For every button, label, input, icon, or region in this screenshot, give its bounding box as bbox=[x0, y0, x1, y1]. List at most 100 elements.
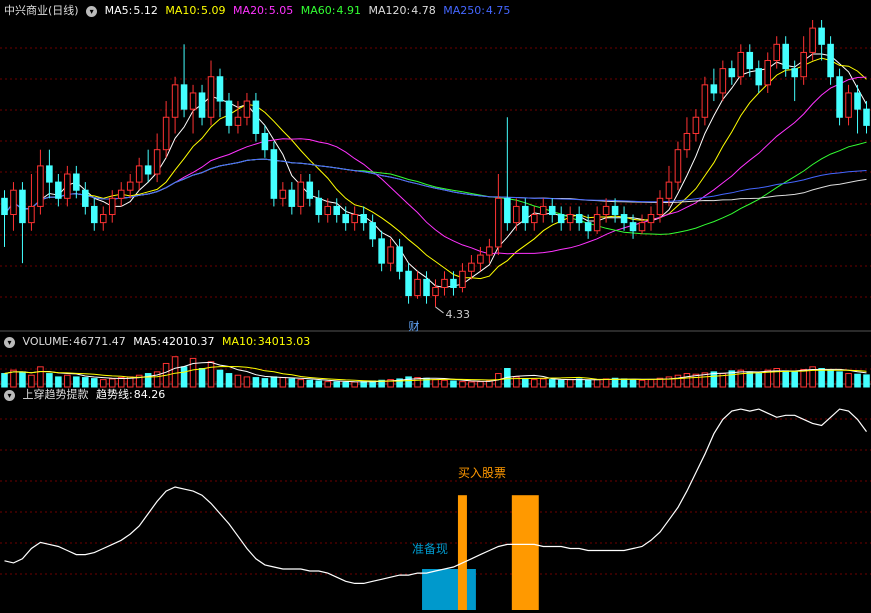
candlestick bbox=[486, 238, 493, 264]
candle-body bbox=[28, 205, 35, 224]
candle-body bbox=[198, 92, 206, 118]
candlestick bbox=[638, 214, 646, 234]
candlestick bbox=[701, 76, 709, 126]
candle-body bbox=[827, 43, 834, 78]
volume-bar bbox=[575, 378, 583, 388]
ma10-value: 5.09 bbox=[201, 4, 226, 17]
candle-body bbox=[207, 76, 215, 118]
candlestick bbox=[306, 174, 314, 207]
candle-body bbox=[279, 189, 287, 199]
volume-bar bbox=[629, 379, 637, 388]
candle-body bbox=[252, 100, 260, 134]
candlestick bbox=[530, 206, 538, 231]
volume-bar bbox=[288, 378, 296, 388]
candle-body bbox=[333, 205, 341, 216]
candle-body bbox=[153, 149, 161, 175]
volume-bar bbox=[216, 369, 224, 388]
ma250-value: 4.75 bbox=[485, 4, 511, 17]
chart-canvas[interactable]: 4.33财准备现买入股票波段顶 bbox=[0, 0, 871, 613]
candlestick bbox=[333, 198, 341, 223]
candle-body bbox=[647, 214, 655, 224]
indicator-panel-header: ▾ 上穿趋势提款 趋势线:84.26 bbox=[4, 386, 169, 404]
candlestick bbox=[297, 174, 305, 215]
candle-body bbox=[270, 149, 278, 199]
candle-body bbox=[728, 68, 736, 78]
volume-bar bbox=[46, 373, 53, 388]
volume-bar bbox=[530, 379, 538, 388]
candle-body bbox=[432, 286, 439, 297]
candle-body bbox=[369, 222, 376, 240]
volume-bar bbox=[584, 379, 592, 388]
volume-ma5-line bbox=[4, 361, 867, 383]
candlestick bbox=[719, 60, 727, 102]
candle-body bbox=[620, 214, 628, 224]
candlestick bbox=[396, 238, 403, 280]
volume-bar bbox=[243, 376, 251, 388]
trend-line bbox=[4, 408, 867, 584]
indicator-name: 上穿趋势提款 bbox=[22, 388, 89, 401]
candle-body bbox=[710, 84, 718, 94]
candle-body bbox=[126, 181, 134, 191]
candle-body bbox=[423, 278, 430, 297]
candle-body bbox=[243, 100, 251, 118]
volume-bar bbox=[638, 379, 646, 388]
volume-bar bbox=[360, 381, 367, 388]
signal-label-buy: 买入股票 bbox=[458, 466, 506, 480]
candlestick bbox=[351, 206, 358, 231]
candle-body bbox=[297, 181, 305, 207]
candlestick bbox=[539, 198, 547, 223]
ma20-line bbox=[4, 76, 867, 255]
volume-bar bbox=[324, 381, 332, 388]
candle-body bbox=[216, 76, 224, 102]
candle-body bbox=[854, 92, 861, 110]
volume-ma5-value: 42010.37 bbox=[162, 335, 215, 348]
volume-ma10-label: MA10: bbox=[222, 335, 257, 348]
volume-bar bbox=[746, 371, 754, 388]
candlestick bbox=[243, 92, 251, 126]
panel-toggle-icon[interactable]: ▾ bbox=[86, 5, 98, 17]
candlestick bbox=[162, 101, 170, 158]
candlestick bbox=[252, 92, 260, 142]
volume-bar bbox=[189, 357, 197, 388]
volume-bar bbox=[522, 378, 529, 388]
candle-body bbox=[737, 51, 745, 78]
volume-bar bbox=[432, 379, 439, 388]
volume-bar bbox=[620, 378, 628, 388]
candle-body bbox=[818, 27, 825, 45]
candlestick bbox=[180, 44, 188, 118]
volume-bar bbox=[37, 366, 44, 388]
candlestick bbox=[764, 52, 772, 93]
volume-bar bbox=[593, 379, 601, 388]
candlestick bbox=[683, 117, 691, 158]
volume-bar bbox=[279, 377, 287, 388]
candlestick bbox=[315, 190, 323, 223]
volume-bar bbox=[198, 368, 206, 388]
ma120-label: MA120: bbox=[368, 4, 411, 17]
candle-body bbox=[225, 100, 233, 126]
panel-toggle-icon[interactable]: ▾ bbox=[4, 336, 15, 348]
candle-body bbox=[477, 254, 484, 264]
candle-body bbox=[530, 214, 538, 224]
volume-bar bbox=[315, 380, 323, 388]
volume-bar bbox=[647, 379, 655, 388]
volume-bar bbox=[19, 371, 26, 388]
candlestick bbox=[575, 206, 583, 231]
candle-body bbox=[764, 60, 772, 86]
candlestick bbox=[19, 182, 26, 264]
trend-label: 趋势线: bbox=[96, 388, 133, 401]
candle-body bbox=[800, 51, 807, 78]
price-panel-header: 中兴商业(日线) ▾ MA5:5.12 MA10:5.09 MA20:5.05 … bbox=[4, 2, 514, 20]
candlestick bbox=[504, 117, 511, 231]
candle-body bbox=[55, 181, 62, 199]
candle-body bbox=[629, 222, 637, 232]
volume-panel-header: ▾ VOLUME:46771.47 MA5:42010.37 MA10:3401… bbox=[4, 333, 314, 351]
ma20-value: 5.05 bbox=[268, 4, 294, 17]
ma20-label: MA20: bbox=[233, 4, 268, 17]
candle-body bbox=[378, 238, 385, 264]
candlestick bbox=[548, 198, 556, 223]
candlestick bbox=[28, 174, 35, 231]
volume-bar bbox=[450, 380, 457, 388]
volume-bar bbox=[252, 377, 260, 388]
volume-bar bbox=[405, 376, 412, 388]
panel-toggle-icon[interactable]: ▾ bbox=[4, 389, 15, 401]
